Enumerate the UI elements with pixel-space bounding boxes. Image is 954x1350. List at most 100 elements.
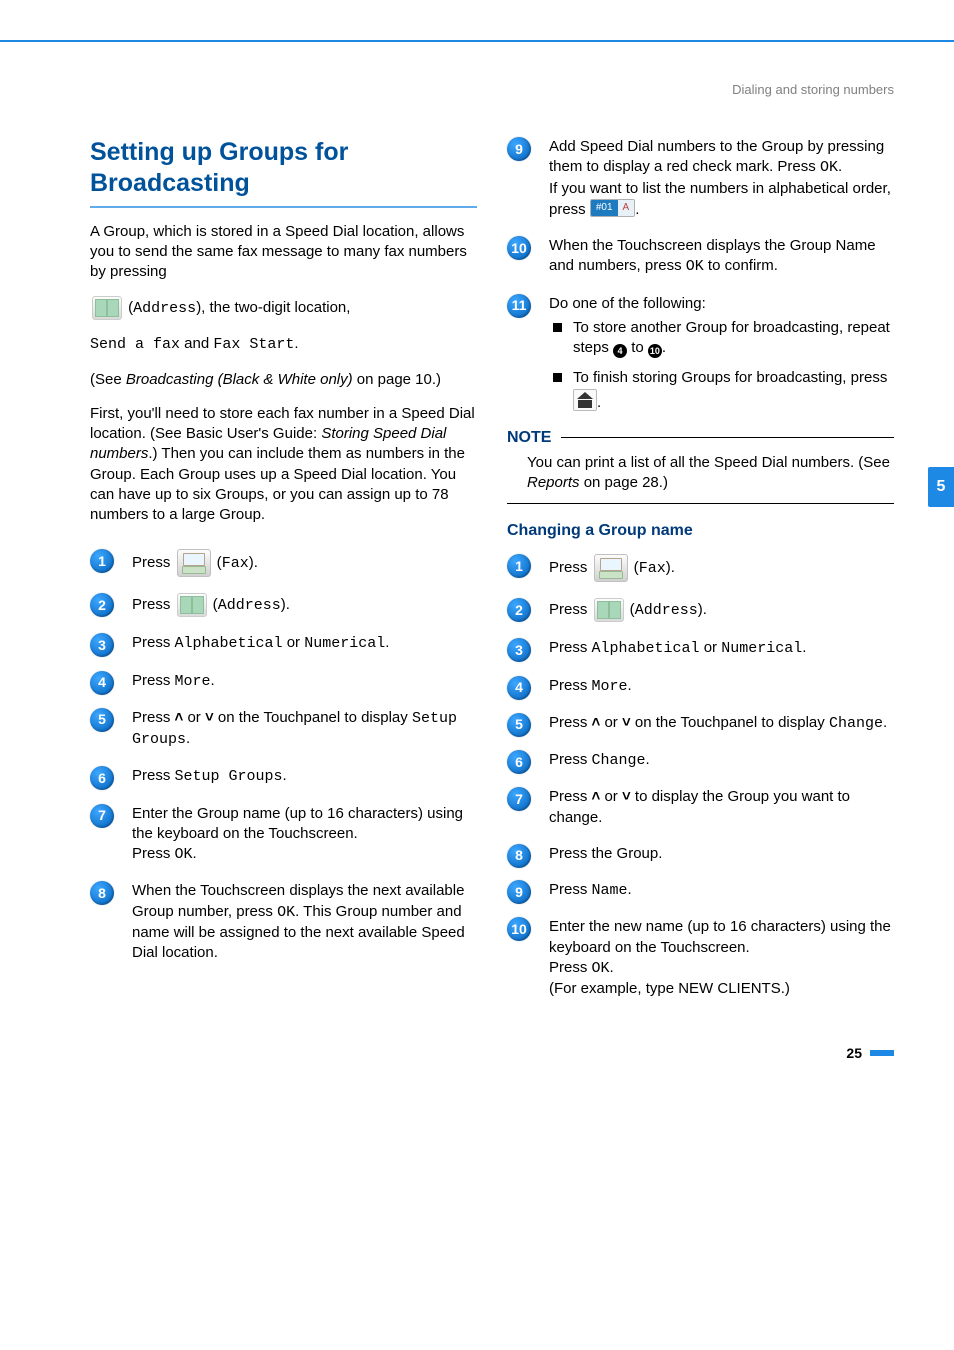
- step-ref-badge: 10: [648, 344, 662, 358]
- bullet-item: To finish storing Groups for broadcastin…: [549, 368, 894, 413]
- text: .: [628, 881, 632, 898]
- text: or: [183, 709, 205, 726]
- step-number-badge: 1: [90, 549, 114, 573]
- mono-text: OK: [592, 960, 610, 977]
- step-10: 10 When the Touchscreen displays the Gro…: [507, 236, 894, 278]
- footer-bar: [870, 1050, 894, 1056]
- text: Press: [132, 596, 175, 613]
- fax-icon: [594, 554, 628, 582]
- step-number-badge: 4: [90, 671, 114, 695]
- text: or: [283, 634, 305, 651]
- intro-crossref: (See Broadcasting (Black & White only) o…: [90, 370, 477, 390]
- address-book-icon: [177, 593, 207, 617]
- text: .: [610, 959, 614, 976]
- text: on page 28.): [580, 474, 668, 491]
- step-number-badge: 7: [507, 787, 531, 811]
- icon-label: Address: [133, 300, 196, 317]
- text: .: [385, 634, 389, 651]
- address-book-icon: [594, 598, 624, 622]
- step-5: 5 Press ˄ or ˅ on the Touchpanel to disp…: [90, 708, 477, 751]
- mono-text: Numerical: [304, 635, 385, 652]
- mono-text: Alphabetical: [175, 635, 283, 652]
- step-number-badge: 8: [90, 881, 114, 905]
- xref: Reports: [527, 474, 580, 491]
- mono-text: Alphabetical: [592, 640, 700, 657]
- step-number-badge: 1: [507, 554, 531, 578]
- intro-para-2: First, you'll need to store each fax num…: [90, 404, 477, 526]
- section-title: Setting up Groups for Broadcasting: [90, 137, 477, 200]
- mono-text: OK: [686, 258, 704, 275]
- step-number-badge: 6: [507, 750, 531, 774]
- change-step-4: 4 Press More.: [507, 676, 894, 697]
- note-label: NOTE: [507, 429, 551, 447]
- note-body: You can print a list of all the Speed Di…: [507, 453, 894, 505]
- mono-text: Fax: [639, 560, 666, 577]
- text: Press: [132, 634, 175, 651]
- step-3: 3 Press Alphabetical or Numerical.: [90, 633, 477, 654]
- text: Press: [549, 751, 592, 768]
- mono-text: Address: [218, 597, 281, 614]
- page-footer: 25: [90, 1045, 894, 1061]
- right-column: 9 Add Speed Dial numbers to the Group by…: [507, 137, 894, 1015]
- text: Press: [132, 672, 175, 689]
- intro-line-icon: (Address), the two-digit location,: [90, 296, 477, 320]
- step-number-badge: 10: [507, 917, 531, 941]
- change-step-2: 2 Press (Address).: [507, 598, 894, 622]
- text: to confirm.: [704, 257, 778, 274]
- step-number-badge: 2: [90, 593, 114, 617]
- change-step-8: 8 Press the Group.: [507, 844, 894, 864]
- step-1: 1 Press (Fax).: [90, 549, 477, 577]
- text: .: [802, 639, 806, 656]
- text: Enter the new name (up to 16 characters)…: [549, 918, 891, 955]
- mono-text: More: [592, 678, 628, 695]
- change-step-1: 1 Press (Fax).: [507, 554, 894, 582]
- chapter-tab: 5: [928, 467, 954, 507]
- text: ).: [698, 601, 707, 618]
- home-icon: [573, 389, 597, 411]
- text: .: [883, 714, 887, 731]
- change-step-3: 3 Press Alphabetical or Numerical.: [507, 638, 894, 659]
- mono-text: Change: [592, 752, 646, 769]
- text: on the Touchpanel to display: [631, 714, 829, 731]
- text: ).: [281, 596, 290, 613]
- text: .: [646, 751, 650, 768]
- text: (For example, type NEW CLIENTS.): [549, 980, 790, 997]
- intro-para-1: A Group, which is stored in a Speed Dial…: [90, 222, 477, 283]
- step-number-badge: 9: [507, 137, 531, 161]
- text: .: [838, 158, 842, 175]
- text: .: [186, 730, 190, 747]
- chevron-down-icon: ˅: [205, 709, 214, 726]
- text: ), the two-digit location,: [196, 299, 350, 316]
- mono-text: Fax Start: [213, 336, 294, 353]
- mono-text: Change: [829, 715, 883, 732]
- text: and: [180, 335, 213, 352]
- page-body: 5 Dialing and storing numbers Setting up…: [0, 42, 954, 1091]
- text: Press: [549, 788, 592, 805]
- step-number-badge: 5: [90, 708, 114, 732]
- step-2: 2 Press (Address).: [90, 593, 477, 617]
- note-box: NOTE You can print a list of all the Spe…: [507, 429, 894, 505]
- text: .: [193, 845, 197, 862]
- mono-text: Numerical: [721, 640, 802, 657]
- text: to: [627, 339, 648, 356]
- text: Press: [549, 639, 592, 656]
- text: Press: [549, 714, 592, 731]
- step-number-badge: 9: [507, 880, 531, 904]
- text: Press the Group.: [549, 845, 662, 862]
- text: ).: [249, 554, 258, 571]
- mono-text: OK: [277, 904, 295, 921]
- change-step-10: 10 Enter the new name (up to 16 characte…: [507, 917, 894, 999]
- step-number-badge: 10: [507, 236, 531, 260]
- text: Press: [549, 559, 592, 576]
- mono-text: Fax: [222, 555, 249, 572]
- text: or: [700, 639, 722, 656]
- text: on the Touchpanel to display: [214, 709, 412, 726]
- text: .: [211, 672, 215, 689]
- sort-toggle-icon: #01A: [590, 199, 635, 217]
- mono-text: Send a fax: [90, 336, 180, 353]
- text: Press: [549, 959, 592, 976]
- step-11: 11 Do one of the following: To store ano…: [507, 294, 894, 413]
- mono-text: OK: [820, 159, 838, 176]
- mono-text: Address: [635, 602, 698, 619]
- step-number-badge: 11: [507, 294, 531, 318]
